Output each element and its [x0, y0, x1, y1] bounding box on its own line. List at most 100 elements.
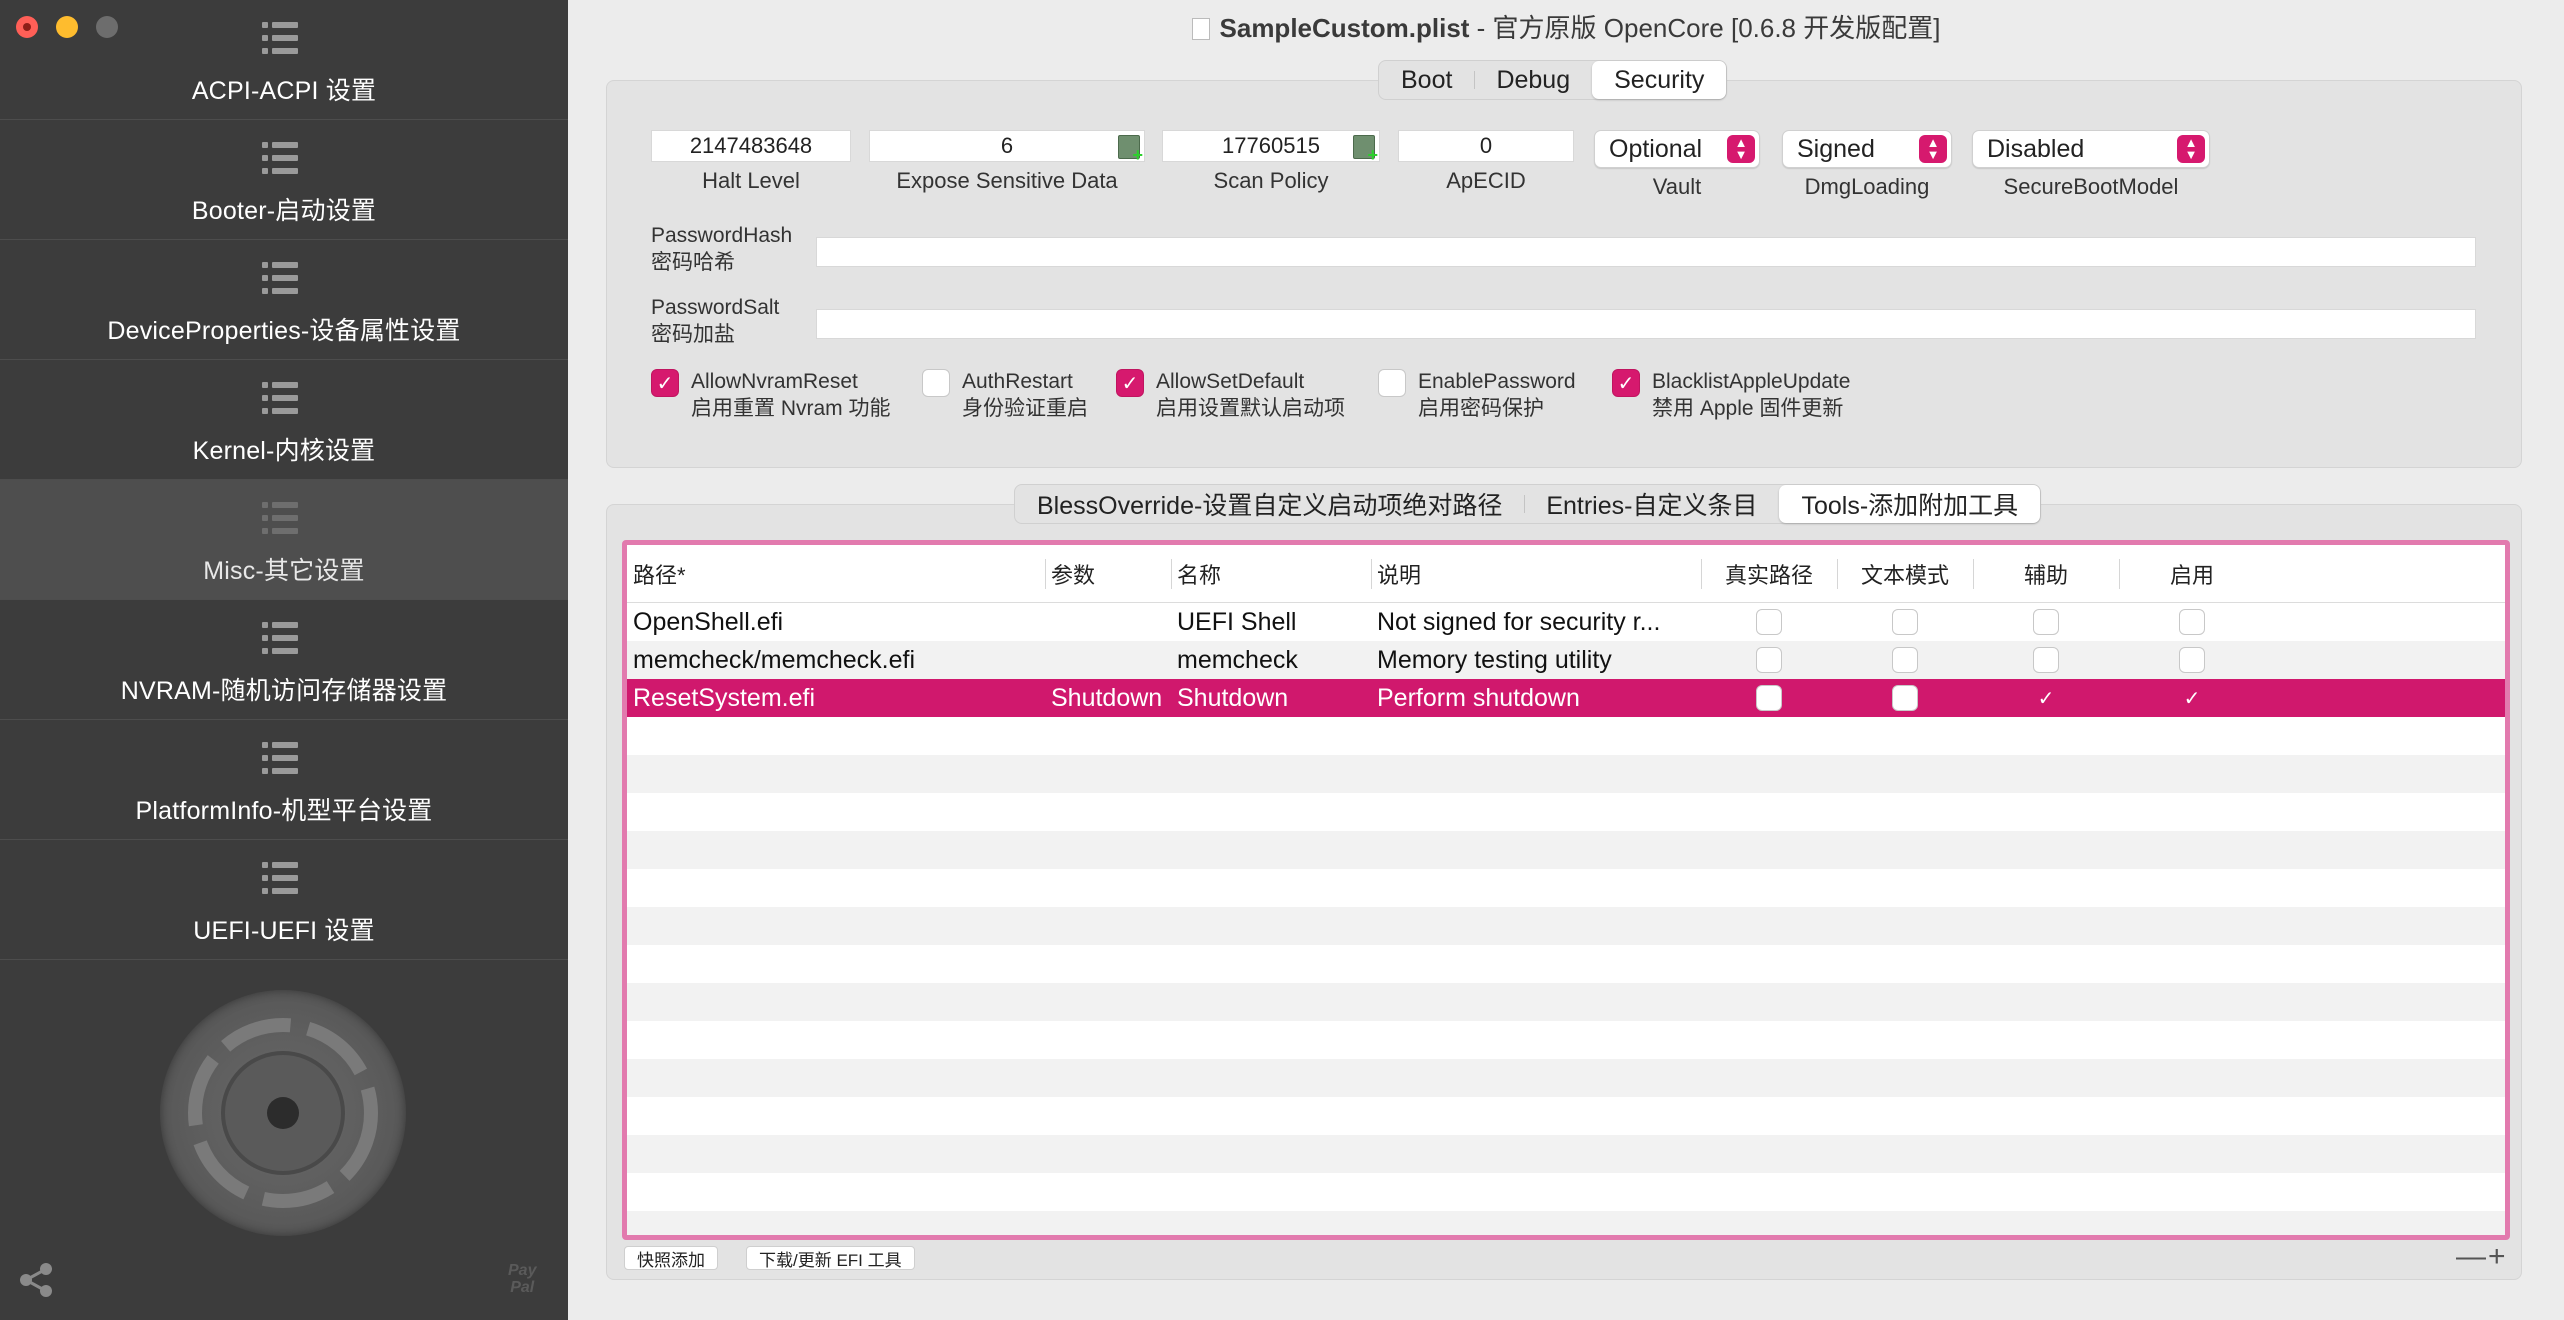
vault-value: Optional — [1609, 134, 1703, 163]
window-title-suffix: - 官方原版 OpenCore [0.6.8 开发版配置] — [1469, 13, 1941, 43]
paypal-icon[interactable]: Pay Pal — [508, 1262, 536, 1296]
auxiliary-checkbox[interactable] — [2033, 609, 2059, 635]
realpath-checkbox[interactable] — [1756, 647, 1782, 673]
sidebar: ACPI-ACPI 设置 Booter-启动设置 DevicePropertie… — [0, 0, 568, 1320]
list-icon — [262, 502, 298, 534]
remove-row-button[interactable]: — — [2456, 1240, 2486, 1274]
column-header-path[interactable]: 路径* — [627, 545, 1045, 603]
tab-entries[interactable]: Entries-自定义条目 — [1524, 485, 1779, 523]
allow-nvram-reset-checkbox[interactable]: ✓ AllowNvramReset 启用重置 Nvram 功能 — [651, 368, 891, 422]
column-header-realpath[interactable]: 真实路径 — [1701, 545, 1837, 603]
checkbox-unchecked-icon[interactable] — [1378, 369, 1406, 397]
checkbox-checked-icon[interactable]: ✓ — [1612, 369, 1640, 397]
list-icon — [262, 22, 298, 54]
realpath-checkbox[interactable] — [1756, 609, 1782, 635]
textmode-checkbox[interactable] — [1892, 609, 1918, 635]
sidebar-item-label: Booter-启动设置 — [191, 197, 377, 225]
cell-textmode — [1837, 679, 1973, 717]
tab-boot[interactable]: Boot — [1379, 61, 1474, 99]
tab-security[interactable]: Security — [1592, 61, 1727, 99]
column-header-auxiliary[interactable]: 辅助 — [1973, 545, 2119, 603]
password-hash-input[interactable] — [816, 237, 2476, 267]
checkbox-label-en: AllowNvramReset — [691, 370, 858, 393]
cell-enabled — [2119, 603, 2265, 641]
checkbox-checked-icon[interactable]: ✓ — [1116, 369, 1144, 397]
table-row-selected[interactable]: ResetSystem.efi Shutdown Shutdown Perfor… — [627, 679, 2505, 717]
sidebar-item-kernel[interactable]: Kernel-内核设置 — [0, 360, 568, 480]
dmg-loading-label: DmgLoading — [1804, 174, 1930, 199]
column-header-comment[interactable]: 说明 — [1371, 545, 1701, 603]
close-window-button[interactable] — [16, 16, 38, 38]
table-row-empty — [627, 717, 2505, 755]
download-update-efi-tools-button[interactable]: 下载/更新 EFI 工具 — [746, 1246, 915, 1270]
share-icon[interactable] — [16, 1260, 56, 1300]
scan-policy-input[interactable]: 17760515 — [1222, 133, 1320, 159]
sidebar-item-nvram[interactable]: NVRAM-随机访问存储器设置 — [0, 600, 568, 720]
checkbox-checked-icon[interactable]: ✓ — [651, 369, 679, 397]
enabled-checkbox[interactable] — [2179, 647, 2205, 673]
table-row[interactable]: memcheck/memcheck.efi memcheck Memory te… — [627, 641, 2505, 679]
enable-password-checkbox[interactable]: EnablePassword 启用密码保护 — [1378, 368, 1576, 422]
allow-set-default-checkbox[interactable]: ✓ AllowSetDefault 启用设置默认启动项 — [1116, 368, 1345, 422]
dmg-loading-select[interactable]: Signed ▲ ▼ — [1782, 130, 1952, 168]
tab-debug[interactable]: Debug — [1474, 61, 1592, 99]
secure-boot-model-select[interactable]: Disabled ▲ ▼ — [1972, 130, 2210, 168]
halt-level-label: Halt Level — [702, 168, 800, 193]
checkbox-label-en: AuthRestart — [962, 370, 1073, 393]
checkbox-unchecked-icon[interactable] — [922, 369, 950, 397]
table-row[interactable]: OpenShell.efi UEFI Shell Not signed for … — [627, 603, 2505, 641]
snapshot-add-button[interactable]: 快照添加 — [624, 1246, 718, 1270]
zoom-window-button[interactable] — [96, 16, 118, 38]
expose-sensitive-data-input[interactable]: 6 — [1001, 133, 1013, 159]
list-icon — [262, 622, 298, 654]
auth-restart-checkbox[interactable]: AuthRestart 身份验证重启 — [922, 368, 1088, 422]
vault-select[interactable]: Optional ▲ ▼ — [1594, 130, 1760, 168]
minimize-window-button[interactable] — [56, 16, 78, 38]
calculator-icon[interactable] — [1118, 135, 1143, 164]
halt-level-input[interactable]: 2147483648 — [651, 130, 851, 162]
sidebar-item-deviceproperties[interactable]: DeviceProperties-设备属性设置 — [0, 240, 568, 360]
vault-popup: Optional ▲ ▼ Vault — [1594, 130, 1760, 200]
calculator-icon[interactable] — [1353, 135, 1378, 164]
halt-level-field: 2147483648 Halt Level — [651, 130, 851, 194]
auth-restart-text: AuthRestart 身份验证重启 — [962, 368, 1088, 422]
sidebar-item-uefi[interactable]: UEFI-UEFI 设置 — [0, 840, 568, 960]
password-salt-label-cn: 密码加盐 — [651, 323, 735, 346]
column-header-textmode[interactable]: 文本模式 — [1837, 545, 1973, 603]
sidebar-item-booter[interactable]: Booter-启动设置 — [0, 120, 568, 240]
cell-path: memcheck/memcheck.efi — [633, 645, 916, 674]
password-hash-label-en: PasswordHash — [651, 224, 793, 247]
cell-args: Shutdown — [1051, 683, 1163, 712]
vault-label: Vault — [1652, 174, 1702, 199]
textmode-checkbox[interactable] — [1892, 647, 1918, 673]
column-header-enabled[interactable]: 启用 — [2119, 545, 2265, 603]
column-header-name[interactable]: 名称 — [1171, 545, 1371, 603]
table-row-empty — [627, 907, 2505, 945]
add-row-button[interactable]: + — [2488, 1240, 2506, 1274]
cell-textmode — [1837, 641, 1973, 679]
tab-tools[interactable]: Tools-添加附加工具 — [1779, 485, 2041, 523]
dmg-loading-popup: Signed ▲ ▼ DmgLoading — [1782, 130, 1952, 200]
table-row-empty — [627, 945, 2505, 983]
tab-bless-override[interactable]: BlessOverride-设置自定义启动项绝对路径 — [1015, 485, 1524, 523]
auxiliary-checkbox[interactable] — [2033, 647, 2059, 673]
list-icon — [262, 382, 298, 414]
tools-table[interactable]: 路径* 参数 名称 说明 真实路径 文本模式 辅助 启用 OpenShell.e… — [622, 540, 2510, 1240]
auxiliary-checkbox[interactable]: ✓ — [2033, 685, 2059, 711]
blacklist-apple-update-checkbox[interactable]: ✓ BlacklistAppleUpdate 禁用 Apple 固件更新 — [1612, 368, 1850, 422]
column-header-args[interactable]: 参数 — [1045, 545, 1171, 603]
allow-set-default-text: AllowSetDefault 启用设置默认启动项 — [1156, 368, 1345, 422]
realpath-checkbox[interactable] — [1756, 685, 1782, 711]
cell-enabled — [2119, 641, 2265, 679]
enabled-checkbox[interactable]: ✓ — [2179, 685, 2205, 711]
sidebar-item-acpi[interactable]: ACPI-ACPI 设置 — [0, 0, 568, 120]
cell-auxiliary — [1973, 603, 2119, 641]
enabled-checkbox[interactable] — [2179, 609, 2205, 635]
sidebar-item-misc[interactable]: Misc-其它设置 — [0, 480, 568, 600]
apecid-field: 0 ApECID — [1398, 130, 1574, 194]
textmode-checkbox[interactable] — [1892, 685, 1918, 711]
sidebar-item-platforminfo[interactable]: PlatformInfo-机型平台设置 — [0, 720, 568, 840]
scan-policy-label: Scan Policy — [1213, 168, 1329, 193]
apecid-input[interactable]: 0 — [1398, 130, 1574, 162]
password-salt-input[interactable] — [816, 309, 2476, 339]
